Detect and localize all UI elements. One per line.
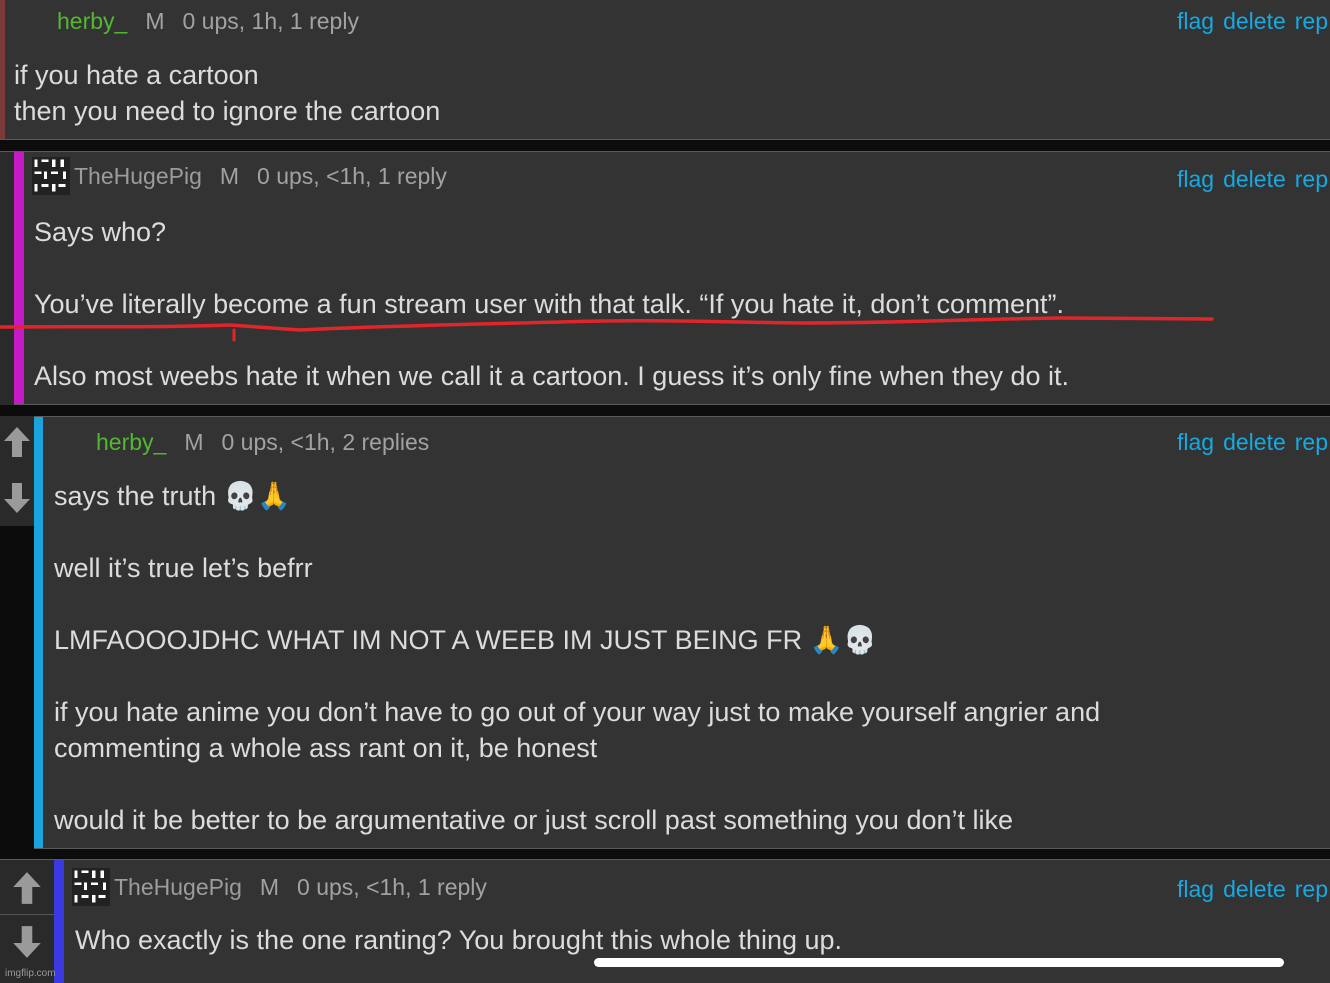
- flag-link[interactable]: flag: [1177, 8, 1214, 34]
- collapsed-vote-strip: [0, 151, 14, 405]
- flag-link[interactable]: flag: [1177, 166, 1214, 192]
- mod-badge: M: [145, 8, 165, 34]
- comment-meta: 0 ups, 1h, 1 reply: [182, 8, 359, 34]
- comment-line: then you need to ignore the cartoon: [14, 96, 441, 126]
- comment-3: herby_ M 0 ups, <1h, 2 replies flag delet…: [0, 416, 1330, 849]
- comment-line: commenting a whole ass rant on it, be ho…: [54, 733, 598, 763]
- comment-line: Who exactly is the one ranting? You brou…: [75, 925, 843, 955]
- comment-line: says the truth 💀🙏: [54, 481, 291, 511]
- comment-body: Says who? You’ve literally become a fun …: [34, 214, 1069, 394]
- comment-line: well it’s true let’s befrr: [54, 553, 313, 583]
- down-arrow-icon[interactable]: [0, 472, 34, 524]
- qr-avatar-icon: [72, 868, 110, 906]
- comment-1: herby_ M 0 ups, 1h, 1 reply flag delete re…: [0, 0, 1330, 140]
- comment-meta: 0 ups, <1h, 1 reply: [257, 162, 447, 189]
- comment-thread-bar: [54, 860, 64, 983]
- comment-thread-bar: [0, 0, 5, 139]
- down-arrow-icon[interactable]: [0, 916, 54, 968]
- comment-line: if you hate a cartoon: [14, 60, 259, 90]
- reply-link[interactable]: rep: [1295, 166, 1328, 192]
- comment-meta: 0 ups, <1h, 1 reply: [297, 873, 487, 900]
- comment-line: if you hate anime you don’t have to go o…: [54, 697, 1101, 727]
- delete-link[interactable]: delete: [1223, 8, 1286, 34]
- reply-link[interactable]: rep: [1295, 429, 1328, 455]
- delete-link[interactable]: delete: [1223, 876, 1286, 902]
- username[interactable]: TheHugePig: [74, 163, 202, 190]
- reply-link[interactable]: rep: [1295, 8, 1328, 34]
- up-arrow-icon[interactable]: [0, 416, 34, 468]
- comment-body: Who exactly is the one ranting? You brou…: [75, 922, 842, 958]
- comment-2: TheHugePig M 0 ups, <1h, 1 reply flag del…: [0, 151, 1330, 405]
- imgflip-watermark: imgflip.com: [5, 968, 56, 979]
- mod-badge: M: [184, 429, 204, 455]
- home-indicator-bar: [594, 958, 1284, 967]
- comment-thread-bar: [14, 152, 24, 404]
- comment-body: says the truth 💀🙏 well it’s true let’s b…: [54, 478, 1100, 838]
- mod-badge: M: [259, 873, 280, 900]
- reply-link[interactable]: rep: [1295, 876, 1328, 902]
- delete-link[interactable]: delete: [1223, 429, 1286, 455]
- comment-thread-bar: [34, 417, 43, 848]
- comment-line: Says who?: [34, 217, 167, 247]
- comment-line: Also most weebs hate it when we call it …: [34, 361, 1070, 391]
- mod-badge: M: [219, 162, 240, 189]
- username[interactable]: herby_: [96, 429, 166, 456]
- red-underline-annotation: [0, 316, 1214, 342]
- comment-body: if you hate a cartoon then you need to i…: [14, 57, 440, 129]
- qr-avatar-icon: [32, 157, 70, 195]
- comment-4: TheHugePig M 0 ups, <1h, 1 reply flag del…: [0, 859, 1330, 983]
- comment-line: would it be better to be argumentative o…: [54, 805, 1014, 835]
- flag-link[interactable]: flag: [1177, 429, 1214, 455]
- vote-column: [0, 859, 54, 983]
- username[interactable]: TheHugePig: [114, 874, 242, 901]
- username[interactable]: herby_: [57, 8, 127, 35]
- flag-link[interactable]: flag: [1177, 876, 1214, 902]
- comment-meta: 0 ups, <1h, 2 replies: [221, 429, 430, 455]
- delete-link[interactable]: delete: [1223, 166, 1286, 192]
- vote-column: [0, 416, 34, 526]
- up-arrow-icon[interactable]: [0, 862, 54, 915]
- comment-line: LMFAOOOJDHC WHAT IM NOT A WEEB IM JUST B…: [54, 625, 877, 655]
